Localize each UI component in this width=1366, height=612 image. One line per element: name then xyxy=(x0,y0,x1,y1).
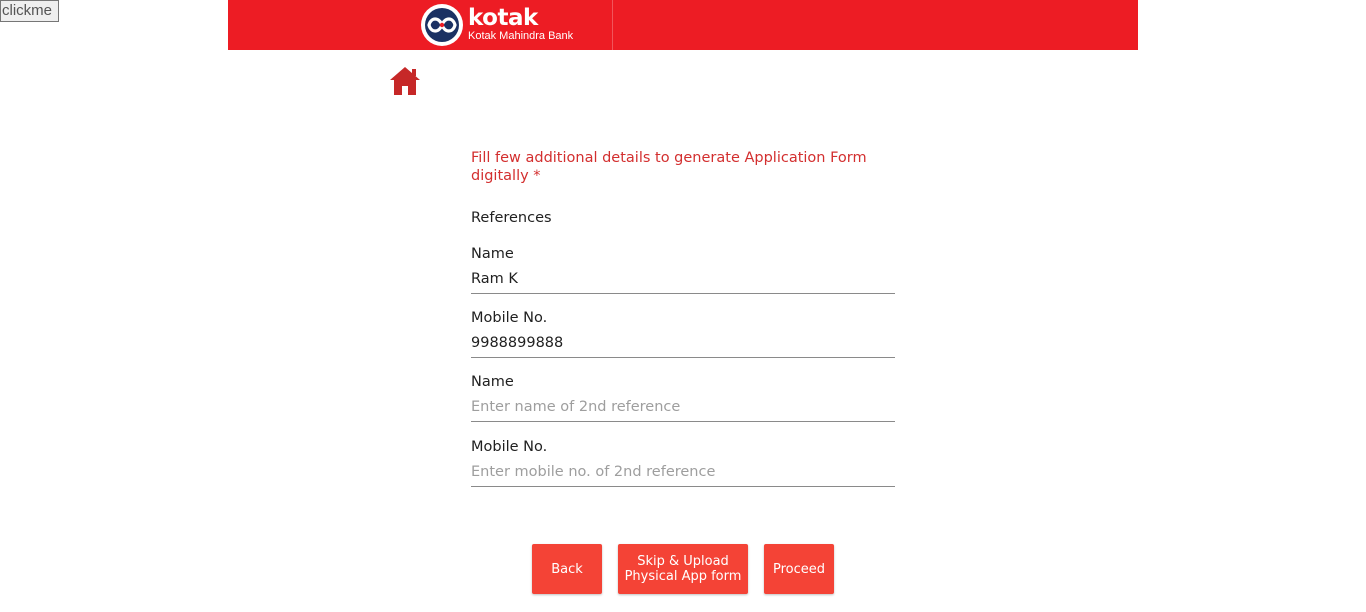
ref2-name-input[interactable] xyxy=(471,395,895,422)
clickme-button[interactable]: clickme xyxy=(0,0,59,22)
ref2-mobile-label: Mobile No. xyxy=(471,439,548,455)
ref1-mobile-input[interactable] xyxy=(471,331,895,358)
ref2-mobile-input[interactable] xyxy=(471,460,895,487)
header-bar: kotak Kotak Mahindra Bank xyxy=(228,0,1138,50)
section-title-references: References xyxy=(471,210,552,226)
ref1-name-field: Name xyxy=(471,245,895,294)
kotak-logo[interactable]: kotak Kotak Mahindra Bank xyxy=(420,3,573,47)
skip-upload-button[interactable]: Skip & Upload Physical App form xyxy=(618,544,748,594)
logo-subtitle: Kotak Mahindra Bank xyxy=(468,30,574,42)
logo-text: kotak Kotak Mahindra Bank xyxy=(468,7,573,43)
back-button[interactable]: Back xyxy=(532,544,602,594)
ref2-name-field: Name xyxy=(471,373,895,422)
form-actions: Back Skip & Upload Physical App form Pro… xyxy=(532,544,834,594)
home-icon[interactable] xyxy=(388,64,422,98)
logo-brand: kotak xyxy=(468,5,538,31)
ref2-mobile-field: Mobile No. xyxy=(471,438,895,487)
ref1-mobile-field: Mobile No. xyxy=(471,309,895,358)
ref1-name-input[interactable] xyxy=(471,267,895,294)
proceed-button[interactable]: Proceed xyxy=(764,544,834,594)
ref1-name-label: Name xyxy=(471,246,514,262)
form-intro: Fill few additional details to generate … xyxy=(471,150,867,184)
header-divider xyxy=(612,0,613,50)
ref1-mobile-label: Mobile No. xyxy=(471,310,548,326)
kotak-logo-icon xyxy=(421,4,463,46)
ref2-name-label: Name xyxy=(471,374,514,390)
